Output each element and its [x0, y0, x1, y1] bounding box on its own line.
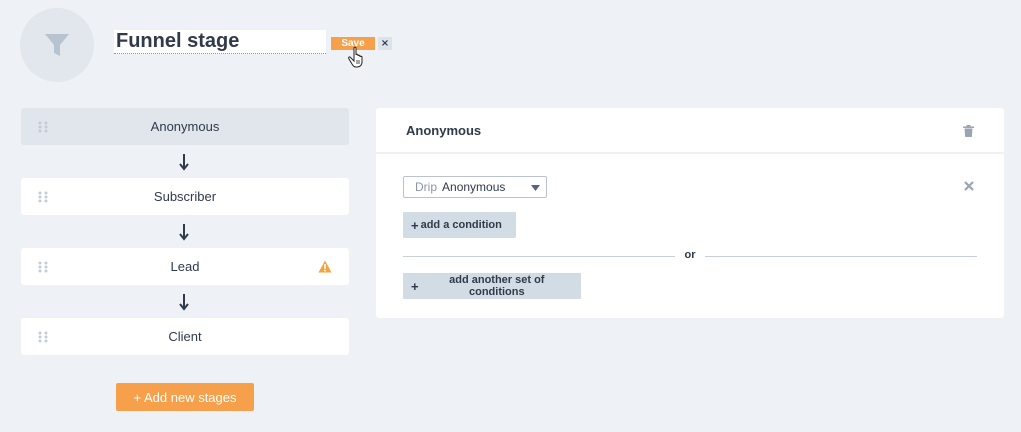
hand-cursor-icon [348, 46, 363, 68]
drag-handle-icon[interactable] [38, 331, 48, 343]
chevron-down-icon [531, 185, 540, 191]
stage-detail-panel: Anonymous Drip Anonymous + add a conditi… [376, 108, 1004, 318]
stage-title-input[interactable] [114, 30, 326, 54]
stage-label: Lead [170, 259, 200, 274]
trash-icon[interactable] [963, 125, 974, 137]
stage-label: Subscriber [153, 189, 217, 204]
arrow-down-icon [179, 294, 189, 311]
cancel-button[interactable]: × [378, 37, 392, 50]
add-condition-set-label: add another set of conditions [449, 274, 545, 298]
stage-item-client[interactable]: Client [21, 318, 349, 355]
panel-title: Anonymous [406, 122, 482, 138]
add-condition-button[interactable]: + add a condition [403, 212, 516, 238]
stage-item-anonymous[interactable]: Anonymous [21, 108, 349, 145]
stage-item-lead[interactable]: Lead [21, 248, 349, 285]
stage-item-subscriber[interactable]: Subscriber [21, 178, 349, 215]
add-new-stages-button[interactable]: + Add new stages [116, 383, 254, 411]
plus-icon: + [411, 278, 419, 294]
condition-value: Anonymous [442, 180, 506, 194]
drag-handle-icon[interactable] [38, 261, 48, 273]
condition-source-label: Drip [415, 180, 438, 194]
arrow-down-icon [179, 224, 189, 241]
add-condition-set-button[interactable]: + add another set of conditions [403, 273, 581, 299]
drag-handle-icon[interactable] [38, 121, 48, 133]
stage-label: Client [168, 329, 202, 344]
stage-label: Anonymous [150, 119, 220, 134]
filter-icon [45, 34, 69, 56]
divider [705, 256, 977, 257]
stage-icon-avatar [20, 8, 94, 82]
close-icon[interactable] [964, 181, 974, 191]
drag-handle-icon[interactable] [38, 191, 48, 203]
warning-icon [318, 260, 332, 273]
arrow-down-icon [179, 154, 189, 171]
or-separator: or [684, 249, 696, 261]
condition-select[interactable]: Drip Anonymous [403, 176, 547, 198]
plus-icon: + [411, 217, 419, 233]
panel-header: Anonymous [376, 108, 1004, 154]
add-condition-label: add a condition [420, 219, 502, 231]
divider [403, 256, 675, 257]
